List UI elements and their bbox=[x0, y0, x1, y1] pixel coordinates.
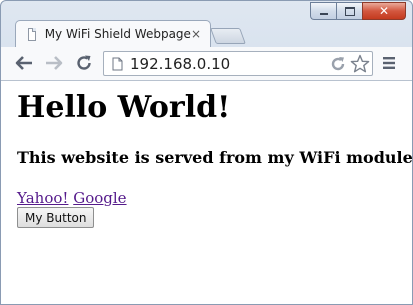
browser-tab[interactable]: My WiFi Shield Webpage × bbox=[15, 20, 211, 47]
my-button[interactable]: My Button bbox=[17, 207, 95, 228]
page-favicon-icon bbox=[28, 27, 36, 41]
maximize-button[interactable] bbox=[336, 2, 362, 20]
menu-icon[interactable] bbox=[381, 56, 397, 70]
new-tab-button[interactable] bbox=[210, 28, 246, 44]
yahoo-link[interactable]: Yahoo! bbox=[17, 189, 68, 207]
bookmark-star-icon[interactable] bbox=[350, 54, 370, 74]
window-close-button[interactable]: ✕ bbox=[362, 2, 406, 20]
page-content: Hello World! This website is served from… bbox=[1, 81, 413, 304]
omnibox-refresh-icon[interactable] bbox=[330, 56, 346, 72]
url-text[interactable]: 192.168.0.10 bbox=[130, 55, 230, 73]
reload-button[interactable] bbox=[73, 52, 95, 74]
close-icon: ✕ bbox=[378, 4, 390, 18]
back-arrow-icon bbox=[15, 56, 32, 70]
reload-icon bbox=[77, 55, 91, 70]
page-heading: Hello World! bbox=[17, 90, 231, 125]
links-row: Yahoo! Google bbox=[17, 189, 127, 207]
toolbar: 192.168.0.10 bbox=[1, 47, 412, 81]
browser-window: ✕ My WiFi Shield Webpage × 192.168.0.10 … bbox=[0, 0, 413, 305]
forward-button[interactable] bbox=[43, 52, 65, 74]
page-subheading: This website is served from my WiFi modu… bbox=[17, 148, 413, 167]
minimize-icon bbox=[319, 13, 328, 15]
forward-arrow-icon bbox=[46, 56, 63, 70]
back-button[interactable] bbox=[13, 52, 35, 74]
tab-title: My WiFi Shield Webpage bbox=[44, 27, 191, 41]
google-link[interactable]: Google bbox=[73, 189, 126, 207]
tab-close-icon[interactable]: × bbox=[191, 27, 201, 41]
minimize-button[interactable] bbox=[310, 2, 336, 20]
maximize-icon bbox=[344, 6, 355, 16]
page-icon bbox=[112, 57, 123, 71]
address-bar[interactable]: 192.168.0.10 bbox=[103, 51, 373, 76]
window-controls: ✕ bbox=[310, 2, 406, 22]
